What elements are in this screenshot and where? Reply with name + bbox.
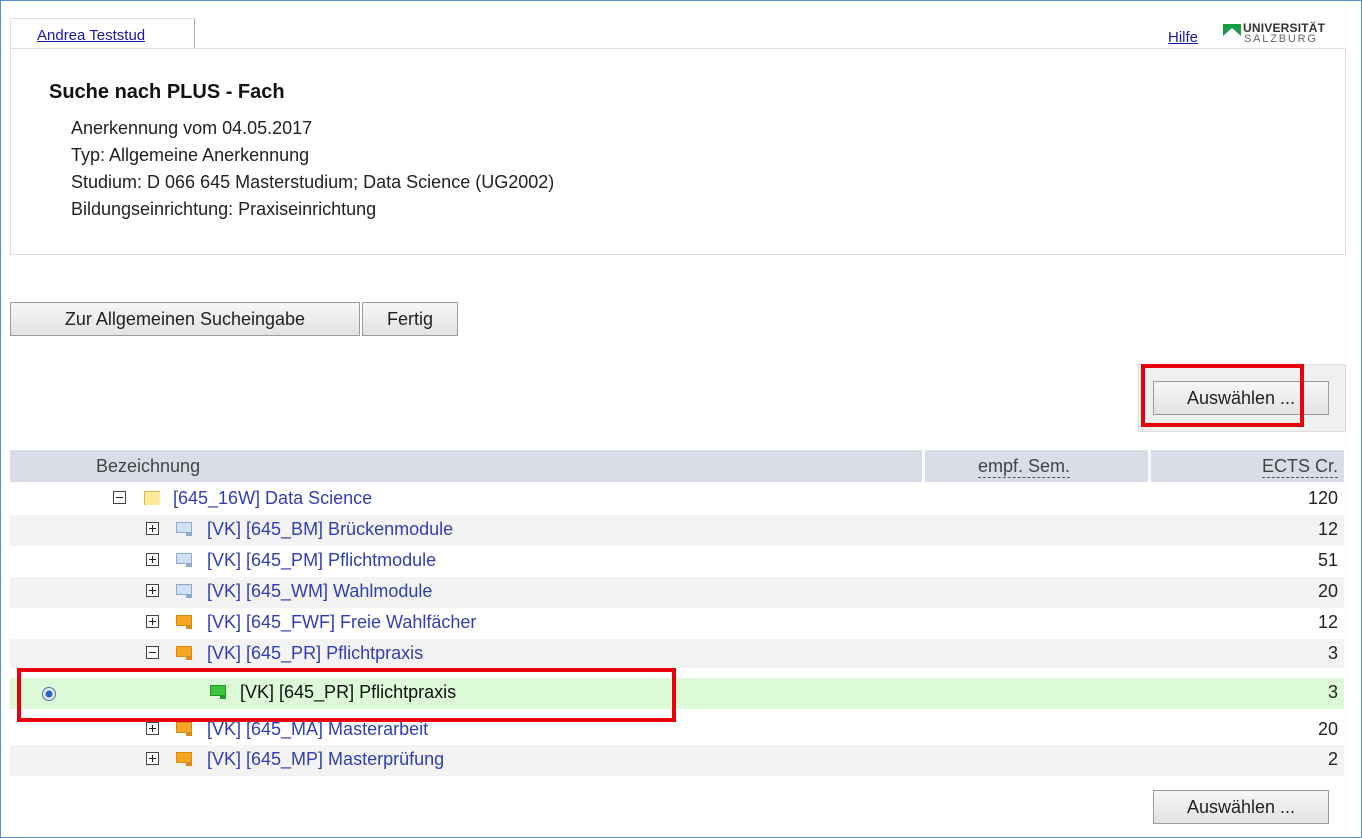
ects-value: 20 bbox=[1317, 719, 1338, 739]
tree-node-label[interactable]: [VK] [645_MA] Masterarbeit bbox=[207, 719, 428, 740]
user-tab: Andrea Teststud bbox=[10, 18, 195, 49]
user-name-link[interactable]: Andrea Teststud bbox=[37, 27, 145, 44]
expand-toggle[interactable] bbox=[146, 522, 159, 535]
table-row[interactable]: [VK] [645_BM] Brückenmodule 12 bbox=[10, 515, 1344, 546]
expand-toggle[interactable] bbox=[146, 553, 159, 566]
help-link[interactable]: Hilfe bbox=[1168, 29, 1198, 46]
expand-toggle[interactable] bbox=[146, 752, 159, 765]
tree-node-label[interactable]: [VK] [645_MP] Masterprüfung bbox=[207, 749, 444, 770]
module-blue-icon bbox=[176, 584, 192, 598]
module-orange-icon bbox=[176, 646, 192, 660]
tree-node-label[interactable]: [VK] [645_BM] Brückenmodule bbox=[207, 519, 453, 540]
collapse-toggle[interactable] bbox=[113, 491, 126, 504]
column-header-ects[interactable]: ECTS Cr. bbox=[1261, 456, 1338, 478]
info-line-recognition-date: Anerkennung vom 04.05.2017 bbox=[71, 118, 313, 138]
ects-value: 12 bbox=[1317, 519, 1338, 539]
column-separator bbox=[922, 450, 925, 482]
tree-node-label[interactable]: [VK] [645_WM] Wahlmodule bbox=[207, 581, 432, 602]
expand-toggle[interactable] bbox=[146, 584, 159, 597]
ects-value: 2 bbox=[1327, 749, 1338, 769]
tree-node-label[interactable]: [VK] [645_PM] Pflichtmodule bbox=[207, 550, 436, 571]
table-row[interactable]: [VK] [645_PR] Pflichtpraxis 3 bbox=[10, 639, 1344, 668]
module-blue-icon bbox=[176, 553, 192, 567]
expand-toggle[interactable] bbox=[146, 615, 159, 628]
info-line-institution: Bildungseinrichtung: Praxiseinrichtung bbox=[71, 199, 377, 219]
table-row[interactable]: [VK] [645_MP] Masterprüfung 2 bbox=[10, 745, 1344, 776]
ects-value: 51 bbox=[1317, 550, 1338, 570]
select-button-bottom[interactable]: Auswählen ... bbox=[1153, 790, 1329, 824]
ects-value: 12 bbox=[1317, 612, 1338, 632]
ects-value: 120 bbox=[1307, 488, 1338, 508]
page-title: Suche nach PLUS - Fach bbox=[49, 81, 285, 103]
collapse-toggle[interactable] bbox=[146, 646, 159, 659]
general-search-button[interactable]: Zur Allgemeinen Sucheingabe bbox=[10, 302, 360, 336]
tree-node-label[interactable]: [VK] [645_PR] Pflichtpraxis bbox=[207, 643, 423, 664]
ects-value: 3 bbox=[1327, 643, 1338, 663]
highlight-select-button bbox=[1141, 364, 1304, 427]
table-row[interactable]: [645_16W] Data Science 120 bbox=[10, 484, 1344, 515]
info-line-study: Studium: D 066 645 Masterstudium; Data S… bbox=[71, 172, 555, 192]
highlight-selected-row bbox=[17, 668, 676, 722]
table-row[interactable]: [VK] [645_FWF] Freie Wahlfächer 12 bbox=[10, 608, 1344, 639]
column-header-name[interactable]: Bezeichnung bbox=[96, 456, 200, 477]
table-header: Bezeichnung empf. Sem. ECTS Cr. bbox=[10, 450, 1344, 482]
done-button[interactable]: Fertig bbox=[362, 302, 458, 336]
column-separator bbox=[1148, 450, 1151, 482]
table-row[interactable]: [VK] [645_WM] Wahlmodule 20 bbox=[10, 577, 1344, 608]
search-info-panel: Suche nach PLUS - Fach Anerkennung vom 0… bbox=[10, 48, 1346, 255]
module-orange-icon bbox=[176, 615, 192, 629]
tree-node-label[interactable]: [645_16W] Data Science bbox=[173, 488, 372, 509]
logo-flag-icon bbox=[1223, 24, 1241, 36]
info-line-type: Typ: Allgemeine Anerkennung bbox=[71, 145, 310, 165]
column-header-semester[interactable]: empf. Sem. bbox=[978, 456, 1071, 478]
expand-toggle[interactable] bbox=[146, 722, 159, 735]
tree-node-label[interactable]: [VK] [645_FWF] Freie Wahlfächer bbox=[207, 612, 476, 633]
logo-line2: SALZBURG bbox=[1244, 33, 1318, 45]
module-orange-icon bbox=[176, 752, 192, 766]
ects-value: 20 bbox=[1317, 581, 1338, 601]
table-row[interactable]: [VK] [645_PM] Pflichtmodule 51 bbox=[10, 546, 1344, 577]
module-orange-icon bbox=[176, 722, 192, 736]
ects-value: 3 bbox=[1327, 682, 1338, 702]
module-blue-icon bbox=[176, 522, 192, 536]
folder-icon bbox=[144, 491, 160, 505]
